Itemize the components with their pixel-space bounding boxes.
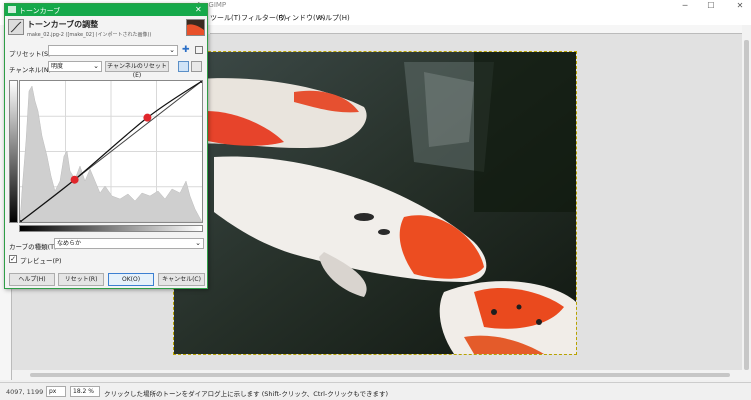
image-thumbnail	[186, 19, 205, 36]
channel-combo[interactable]: 明度 ⌄	[48, 61, 102, 72]
dialog-subtitle: make_02.jpg-2 ([make_02] (インポートされた画像))	[27, 32, 152, 38]
curve-type-label: カーブの種類(T):	[9, 243, 59, 251]
koi-photo	[173, 51, 577, 355]
horizontal-scroll-thumb[interactable]	[30, 373, 730, 377]
unit-select[interactable]: px	[46, 386, 66, 397]
channel-label: チャンネル(N):	[9, 66, 54, 74]
dialog-heading: トーンカーブの調整	[27, 20, 99, 29]
linear-histogram-icon[interactable]	[178, 61, 189, 72]
status-bar: 4097, 1199 px 18.2 % クリックした場所のトーンをダイアログ上…	[0, 382, 751, 400]
curve-control-point[interactable]	[143, 113, 152, 122]
curve-control-point[interactable]	[70, 175, 79, 184]
preview-label: プレビュー(P)	[20, 257, 62, 265]
chevron-down-icon: ⌄	[195, 239, 201, 247]
unit-value: px	[49, 388, 57, 395]
chevron-down-icon: ⌄	[93, 62, 99, 70]
menu-help[interactable]: ヘルプ(H)	[318, 13, 350, 23]
chevron-down-icon: ⌄	[169, 46, 175, 54]
dialog-title: トーンカーブ	[19, 7, 61, 15]
horizontal-gradient-bar	[19, 225, 203, 232]
status-message: クリックした場所のトーンをダイアログ上に示します (Shift-クリック、Ctr…	[104, 390, 388, 398]
zoom-select[interactable]: 18.2 %	[70, 386, 100, 397]
log-histogram-icon[interactable]	[191, 61, 202, 72]
app-icon	[8, 6, 16, 13]
curve-type-value: なめらか	[57, 240, 82, 247]
curve-type-combo[interactable]: なめらか ⌄	[54, 238, 204, 249]
reset-button[interactable]: リセット(R)	[58, 273, 104, 286]
vertical-scroll-thumb[interactable]	[744, 40, 749, 370]
dialog-titlebar[interactable]: トーンカーブ ✕	[5, 4, 207, 16]
close-button[interactable]: ✕	[733, 0, 747, 11]
cursor-coordinates: 4097, 1199	[6, 388, 44, 396]
zoom-value: 18.2 %	[73, 388, 94, 395]
horizontal-ruler[interactable]	[210, 25, 742, 34]
curve-editor[interactable]	[18, 79, 204, 224]
add-preset-icon[interactable]: ✚	[182, 45, 190, 55]
cancel-button[interactable]: キャンセル(C)	[158, 273, 205, 286]
preset-label: プリセット(S):	[9, 50, 53, 58]
preset-menu-icon[interactable]	[195, 46, 203, 54]
dialog-close-icon[interactable]: ✕	[195, 5, 202, 14]
channel-value: 明度	[51, 63, 64, 70]
help-button[interactable]: ヘルプ(H)	[9, 273, 55, 286]
preset-combo[interactable]: ⌄	[48, 45, 178, 56]
menu-tools[interactable]: ツール(T)	[210, 13, 241, 23]
minimize-button[interactable]: ─	[678, 0, 692, 11]
vertical-scrollbar[interactable]	[742, 25, 751, 380]
curves-tool-icon	[8, 19, 24, 35]
vertical-gradient-bar	[9, 80, 18, 223]
maximize-button[interactable]: ☐	[704, 0, 718, 11]
preview-checkbox[interactable]: ✓	[9, 255, 17, 263]
reset-channel-button[interactable]: チャンネルのリセット(E)	[105, 61, 169, 79]
curve-graph[interactable]	[18, 79, 204, 224]
curves-dialog: トーンカーブ ✕ トーンカーブの調整 make_02.jpg-2 ([make_…	[4, 3, 208, 289]
ok-button[interactable]: OK(O)	[108, 273, 154, 286]
